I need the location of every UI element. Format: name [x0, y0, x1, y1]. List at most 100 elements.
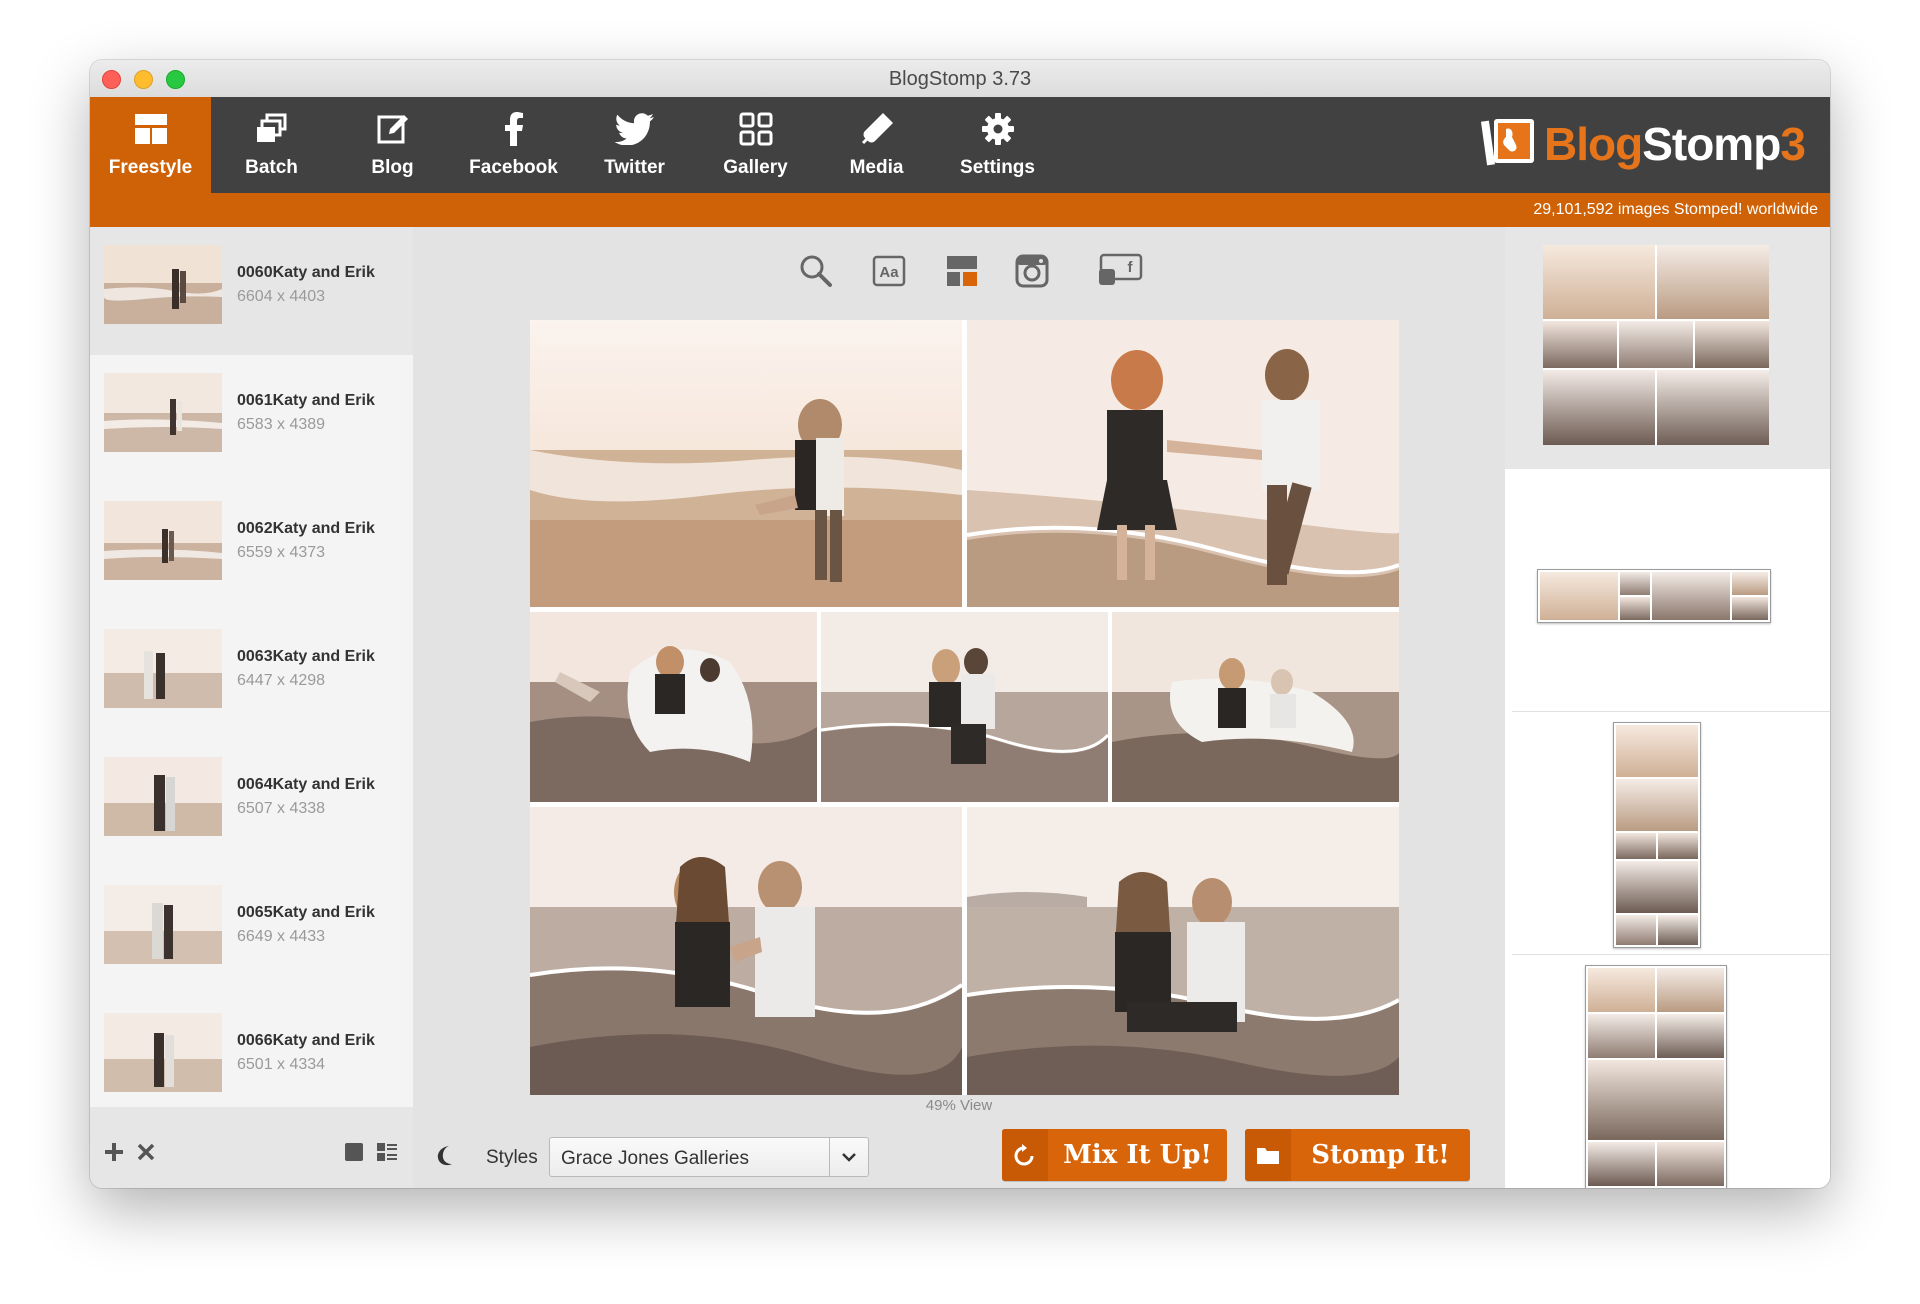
text-overlay-icon[interactable]: Aa	[869, 251, 909, 291]
tab-media[interactable]: Media	[816, 97, 937, 193]
image-list-item[interactable]: 0064Katy and Erik 6507 x 4338	[90, 739, 413, 868]
collage-photo[interactable]	[530, 320, 962, 607]
refresh-icon	[1002, 1129, 1048, 1181]
tab-twitter[interactable]: Twitter	[574, 97, 695, 193]
image-list-item[interactable]: 0063Katy and Erik 6447 x 4298	[90, 611, 413, 740]
layout-cell	[1543, 245, 1655, 319]
main-toolbar: Freestyle Batch Blog Facebook Twitter Ga…	[90, 97, 1830, 193]
tab-gallery[interactable]: Gallery	[695, 97, 816, 193]
image-dimensions: 6559 x 4373	[237, 544, 326, 561]
stomp-it-label: Stomp It!	[1311, 1140, 1450, 1170]
thumbnail-view-icon[interactable]	[345, 1143, 363, 1166]
logo-text: BlogStomp3	[1544, 117, 1806, 171]
search-icon[interactable]	[796, 251, 836, 291]
image-list[interactable]: 0060Katy and Erik 6604 x 4403 0061Katy a…	[90, 227, 413, 1107]
window-title: BlogStomp 3.73	[888, 68, 1032, 90]
layout-cell	[1620, 597, 1650, 620]
image-list-item[interactable]: 0065Katy and Erik 6649 x 4433	[90, 867, 413, 996]
tab-label: Batch	[245, 157, 298, 178]
list-view-icon[interactable]	[377, 1143, 397, 1166]
logo-text-blog: Blog	[1544, 118, 1643, 170]
blogstomp-logo: BlogStomp3	[1480, 115, 1806, 173]
image-dimensions: 6604 x 4403	[237, 288, 326, 305]
layout-option[interactable]	[1505, 469, 1830, 711]
image-sidebar: 0060Katy and Erik 6604 x 4403 0061Katy a…	[90, 227, 413, 1188]
tab-label: Blog	[371, 157, 414, 178]
logo-text-version: 3	[1780, 118, 1806, 170]
tab-label: Settings	[960, 157, 1035, 178]
collage-photo[interactable]	[530, 807, 962, 1095]
layout-cell	[1543, 370, 1655, 445]
image-thumbnail	[104, 1013, 222, 1092]
batch-icon	[211, 109, 332, 149]
image-name: 0063Katy and Erik	[237, 648, 375, 665]
layout-option[interactable]	[1505, 712, 1830, 954]
dark-mode-icon[interactable]	[435, 1145, 455, 1172]
twitter-icon	[574, 109, 695, 149]
chevron-down-icon[interactable]	[829, 1138, 868, 1176]
layout-cell	[1616, 833, 1656, 859]
image-name: 0065Katy and Erik	[237, 904, 375, 921]
tab-blog[interactable]: Blog	[332, 97, 453, 193]
blog-edit-icon	[332, 109, 453, 149]
collage-canvas[interactable]	[530, 320, 1399, 1095]
add-image-icon[interactable]	[104, 1139, 124, 1167]
image-thumbnail	[104, 629, 222, 708]
svg-text:Aa: Aa	[879, 264, 899, 281]
layout-preview	[1585, 965, 1727, 1188]
collage-photo[interactable]	[530, 612, 817, 802]
tab-label: Media	[849, 157, 904, 178]
tab-batch[interactable]: Batch	[211, 97, 332, 193]
image-list-item[interactable]: 0061Katy and Erik 6583 x 4389	[90, 355, 413, 484]
image-thumbnail	[104, 757, 222, 836]
gallery-grid-icon	[695, 109, 816, 149]
image-list-item[interactable]: 0060Katy and Erik 6604 x 4403	[90, 227, 413, 356]
title-bar: BlogStomp 3.73	[90, 60, 1830, 98]
remove-image-icon[interactable]	[136, 1139, 156, 1167]
facebook-icon	[453, 109, 574, 149]
collage-photo[interactable]	[967, 320, 1399, 607]
stats-bar: 29,101,592 images Stomped! worldwide	[90, 193, 1830, 227]
styles-label: Styles	[486, 1147, 538, 1168]
image-name: 0062Katy and Erik	[237, 520, 375, 537]
styles-selected-value: Grace Jones Galleries	[561, 1148, 749, 1169]
layout-cell	[1588, 1014, 1655, 1058]
layout-cell	[1616, 779, 1698, 831]
image-thumbnail	[104, 885, 222, 964]
layout-cell	[1652, 572, 1730, 620]
image-list-item[interactable]: 0062Katy and Erik 6559 x 4373	[90, 483, 413, 612]
layout-icon[interactable]	[942, 251, 982, 291]
collage-photo[interactable]	[1112, 612, 1399, 802]
layout-cell	[1657, 245, 1769, 319]
layout-preview	[1543, 245, 1769, 445]
facebook-cover-icon[interactable]: f	[1096, 251, 1144, 291]
stomp-it-button[interactable]: Stomp It!	[1245, 1129, 1470, 1181]
layout-cell	[1616, 915, 1656, 945]
styles-dropdown[interactable]: Grace Jones Galleries	[549, 1137, 869, 1177]
collage-photo[interactable]	[967, 807, 1399, 1095]
mix-it-up-button[interactable]: Mix It Up!	[1002, 1129, 1227, 1181]
tab-settings[interactable]: Settings	[937, 97, 1058, 193]
tab-label: Gallery	[723, 157, 788, 178]
layout-cell	[1657, 968, 1724, 1012]
logo-mark-icon	[1480, 119, 1534, 166]
editor-area: Aa f 49% View Styles Grace Jones Galleri…	[413, 227, 1505, 1188]
image-list-item[interactable]: 0066Katy and Erik 6501 x 4334	[90, 995, 413, 1107]
layout-cell	[1616, 861, 1698, 913]
image-dimensions: 6649 x 4433	[237, 928, 326, 945]
layout-cell	[1657, 1142, 1724, 1186]
logo-text-stomp: Stomp	[1642, 118, 1781, 170]
image-dimensions: 6447 x 4298	[237, 672, 326, 689]
editor-tools: Aa f	[413, 251, 1505, 295]
collage-photo[interactable]	[821, 612, 1108, 802]
tab-freestyle[interactable]: Freestyle	[90, 97, 211, 193]
layout-option[interactable]	[1505, 227, 1830, 469]
image-name: 0066Katy and Erik	[237, 1032, 375, 1049]
layout-cell	[1658, 833, 1698, 859]
app-window: BlogStomp 3.73 Freestyle Batch Blog Face…	[90, 60, 1830, 1188]
tab-facebook[interactable]: Facebook	[453, 97, 574, 193]
layout-option[interactable]	[1505, 955, 1830, 1188]
image-thumbnail	[104, 373, 222, 452]
instagram-icon[interactable]	[1012, 251, 1052, 291]
layout-cell	[1588, 968, 1655, 1012]
